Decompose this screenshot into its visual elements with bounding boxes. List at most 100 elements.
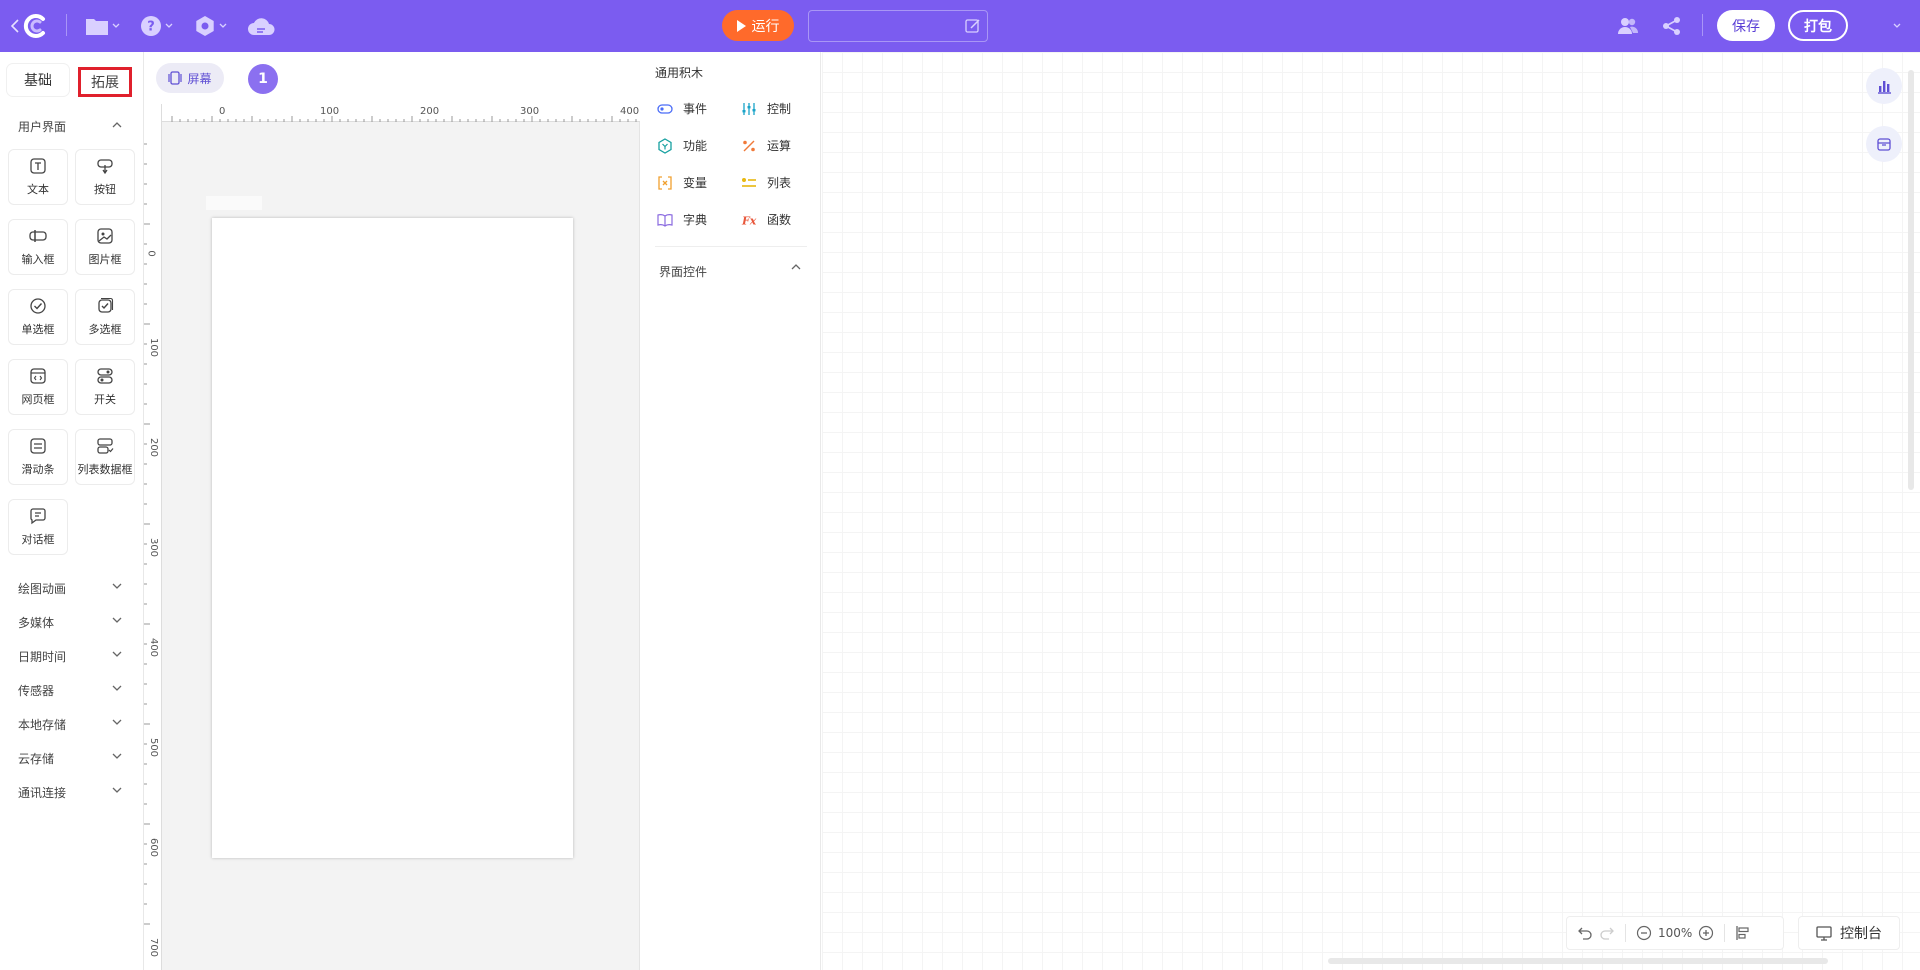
block-category-dictionary[interactable]: 字典 xyxy=(657,211,707,228)
component-label: 多选框 xyxy=(88,323,122,336)
account-menu-button[interactable] xyxy=(1890,20,1904,32)
ruler-label: 500 xyxy=(148,737,160,758)
block-category-lists[interactable]: 列表 xyxy=(741,174,791,191)
chevron-down-icon[interactable] xyxy=(112,787,122,794)
settings-menu-button[interactable] xyxy=(191,13,229,39)
file-menu-button[interactable] xyxy=(82,13,122,39)
component-webview[interactable]: 网页框 xyxy=(8,359,68,415)
block-category-label: 列表 xyxy=(767,176,792,190)
checkbox-icon xyxy=(98,297,114,313)
block-category-events[interactable]: 事件 xyxy=(657,100,707,117)
block-category-procedures[interactable]: Fx 函数 xyxy=(741,211,791,228)
section-drawing-animation[interactable]: 绘图动画 xyxy=(18,580,66,597)
webview-icon xyxy=(30,368,46,384)
section-ui-controls[interactable]: 界面控件 xyxy=(659,263,707,280)
ruler-label: 100 xyxy=(320,106,340,117)
component-switch[interactable]: 开关 xyxy=(75,359,135,415)
section-cloud-storage[interactable]: 云存储 xyxy=(18,750,54,767)
section-datetime[interactable]: 日期时间 xyxy=(18,648,66,665)
collaborators-button[interactable] xyxy=(1616,14,1640,38)
dictionary-icon xyxy=(657,213,673,227)
component-label: 文本 xyxy=(27,183,49,196)
screen-icon xyxy=(168,71,183,85)
block-category-function[interactable]: 功能 xyxy=(657,137,707,154)
chevron-up-icon[interactable] xyxy=(112,121,122,128)
component-label: 开关 xyxy=(94,393,116,406)
save-button[interactable]: 保存 xyxy=(1717,10,1775,41)
vertical-ruler: 0 100 200 300 400 500 600 700 xyxy=(144,104,162,970)
phone-screen-canvas[interactable] xyxy=(212,218,573,858)
procedures-icon: Fx xyxy=(741,214,757,227)
block-category-operators[interactable]: 运算 xyxy=(741,137,791,154)
statistics-button[interactable] xyxy=(1866,68,1902,104)
component-text[interactable]: 文本 xyxy=(8,149,68,205)
component-button[interactable]: 按钮 xyxy=(75,149,135,205)
component-image[interactable]: 图片框 xyxy=(75,219,135,275)
tab-basic[interactable]: 基础 xyxy=(7,64,69,96)
section-user-interface[interactable]: 用户界面 xyxy=(18,118,66,135)
console-button[interactable]: 控制台 xyxy=(1798,916,1900,950)
component-label: 输入框 xyxy=(21,253,55,266)
app-logo-icon[interactable] xyxy=(20,10,52,42)
component-label: 按钮 xyxy=(94,183,116,196)
section-sensors[interactable]: 传感器 xyxy=(18,682,54,699)
operators-icon xyxy=(743,140,755,151)
chevron-up-icon[interactable] xyxy=(791,263,801,270)
undo-icon[interactable] xyxy=(1577,925,1593,941)
blocks-workspace[interactable]: 100% 控制台 xyxy=(822,52,1920,970)
redo-icon[interactable] xyxy=(1599,925,1615,941)
edit-icon[interactable] xyxy=(965,18,981,34)
control-icon xyxy=(742,102,756,115)
chevron-down-icon[interactable] xyxy=(112,617,122,624)
backpack-button[interactable] xyxy=(1866,126,1902,162)
zoom-out-icon[interactable] xyxy=(1636,925,1652,941)
section-multimedia[interactable]: 多媒体 xyxy=(18,614,54,631)
component-listdata[interactable]: 列表数据框 xyxy=(75,429,135,485)
backpack-icon xyxy=(1877,138,1891,151)
chevron-down-icon[interactable] xyxy=(112,753,122,760)
workspace-vertical-scrollbar[interactable] xyxy=(1908,70,1914,490)
component-radio[interactable]: 单选框 xyxy=(8,289,68,345)
project-name-field[interactable] xyxy=(808,10,988,42)
back-icon[interactable] xyxy=(10,18,20,34)
component-input[interactable]: 输入框 xyxy=(8,219,68,275)
package-button[interactable]: 打包 xyxy=(1788,10,1848,41)
align-blocks-icon[interactable] xyxy=(1735,925,1751,941)
toolbar-divider xyxy=(1625,924,1626,942)
top-toolbar: ? 运行 保存 打包 xyxy=(0,0,1920,52)
blocks-title: 通用积木 xyxy=(655,66,704,80)
component-label: 单选框 xyxy=(21,323,55,336)
variables-icon xyxy=(658,175,672,190)
component-checkbox[interactable]: 多选框 xyxy=(75,289,135,345)
block-category-variables[interactable]: 变量 xyxy=(657,174,707,191)
project-name-input[interactable] xyxy=(819,18,959,34)
run-label: 运行 xyxy=(751,18,780,35)
chevron-down-icon xyxy=(112,23,119,28)
tab-extension[interactable]: 拓展 xyxy=(78,67,132,97)
screen-title-tag[interactable] xyxy=(206,196,262,210)
component-slider[interactable]: 滑动条 xyxy=(8,429,68,485)
chevron-down-icon[interactable] xyxy=(112,651,122,658)
help-icon: ? xyxy=(140,16,161,36)
cloud-button[interactable] xyxy=(246,14,276,38)
bar-chart-icon xyxy=(1878,81,1891,94)
help-menu-button[interactable]: ? xyxy=(137,13,175,39)
run-button[interactable]: 运行 xyxy=(722,10,794,41)
chevron-down-icon[interactable] xyxy=(112,719,122,726)
section-local-storage[interactable]: 本地存储 xyxy=(18,716,66,733)
screen-number-badge[interactable]: 1 xyxy=(248,64,278,94)
workspace-horizontal-scrollbar[interactable] xyxy=(1328,958,1828,964)
chevron-down-icon[interactable] xyxy=(112,583,122,590)
component-dialog[interactable]: 对话框 xyxy=(8,499,68,555)
function-icon xyxy=(658,137,672,154)
folder-icon xyxy=(85,19,108,35)
chevron-down-icon[interactable] xyxy=(112,685,122,692)
screen-selector-button[interactable]: 屏幕 xyxy=(156,63,224,93)
zoom-toolbar: 100% xyxy=(1566,916,1784,950)
section-communication[interactable]: 通讯连接 xyxy=(18,784,66,801)
cloud-icon xyxy=(248,18,275,35)
chevron-down-icon xyxy=(219,23,226,28)
share-button[interactable] xyxy=(1661,15,1683,37)
zoom-in-icon[interactable] xyxy=(1698,925,1714,941)
block-category-control[interactable]: 控制 xyxy=(741,100,791,117)
